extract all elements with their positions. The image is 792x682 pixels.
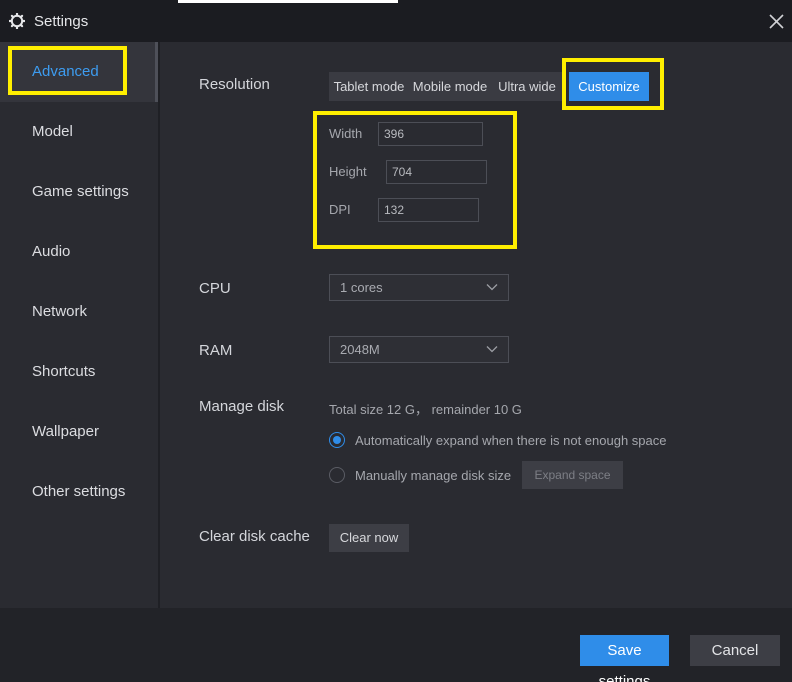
title-bar: Settings <box>0 0 792 42</box>
settings-panel: Resolution Tablet mode Mobile mode Ultra… <box>160 42 792 608</box>
resolution-label: Resolution <box>199 76 270 93</box>
width-field[interactable]: 396 <box>378 122 483 146</box>
sidebar-item-game-settings[interactable]: Game settings <box>0 162 158 222</box>
auto-expand-radio[interactable] <box>329 432 345 448</box>
window-title: Settings <box>34 13 89 30</box>
expand-space-button[interactable]: Expand space <box>522 461 623 489</box>
close-icon[interactable] <box>768 13 785 30</box>
top-strip <box>178 0 398 3</box>
width-label: Width <box>329 126 363 141</box>
clear-now-button[interactable]: Clear now <box>329 524 409 552</box>
sidebar-item-advanced[interactable]: Advanced <box>0 42 158 102</box>
sidebar-item-network[interactable]: Network <box>0 282 158 342</box>
ram-value: 2048M <box>340 342 380 357</box>
manual-disk-radio[interactable] <box>329 467 345 483</box>
sidebar-item-shortcuts[interactable]: Shortcuts <box>0 342 158 402</box>
mode-tablet-button[interactable]: Tablet mode <box>329 72 409 101</box>
gear-icon <box>9 13 25 29</box>
sidebar-item-wallpaper[interactable]: Wallpaper <box>0 402 158 462</box>
cpu-label: CPU <box>199 280 231 297</box>
manage-disk-label: Manage disk <box>199 398 285 415</box>
sidebar-item-other-settings[interactable]: Other settings <box>0 462 158 522</box>
auto-expand-label[interactable]: Automatically expand when there is not e… <box>355 433 666 448</box>
ram-label: RAM <box>199 342 233 359</box>
cpu-value: 1 cores <box>340 280 383 295</box>
height-label: Height <box>329 164 367 179</box>
mode-mobile-button[interactable]: Mobile mode <box>409 72 491 101</box>
clear-cache-label: Clear disk cache <box>199 528 310 545</box>
dpi-label: DPI <box>329 202 351 217</box>
ram-select[interactable]: 2048M <box>329 336 509 363</box>
manual-disk-label[interactable]: Manually manage disk size <box>355 468 511 483</box>
sidebar-item-model[interactable]: Model <box>0 102 158 162</box>
disk-info: Total size 12 G， remainder 10 G <box>329 402 522 417</box>
sidebar: Advanced Model Game settings Audio Netwo… <box>0 42 158 608</box>
cpu-select[interactable]: 1 cores <box>329 274 509 301</box>
chevron-down-icon <box>486 284 498 291</box>
dpi-field[interactable]: 132 <box>378 198 479 222</box>
cancel-button[interactable]: Cancel <box>690 635 780 666</box>
chevron-down-icon <box>486 346 498 353</box>
height-field[interactable]: 704 <box>386 160 487 184</box>
sidebar-item-audio[interactable]: Audio <box>0 222 158 282</box>
footer: Save settings Cancel <box>0 608 792 682</box>
mode-ultra-wide-button[interactable]: Ultra wide <box>491 72 563 101</box>
mode-customize-button[interactable]: Customize <box>569 72 649 101</box>
save-settings-button[interactable]: Save settings <box>580 635 669 682</box>
